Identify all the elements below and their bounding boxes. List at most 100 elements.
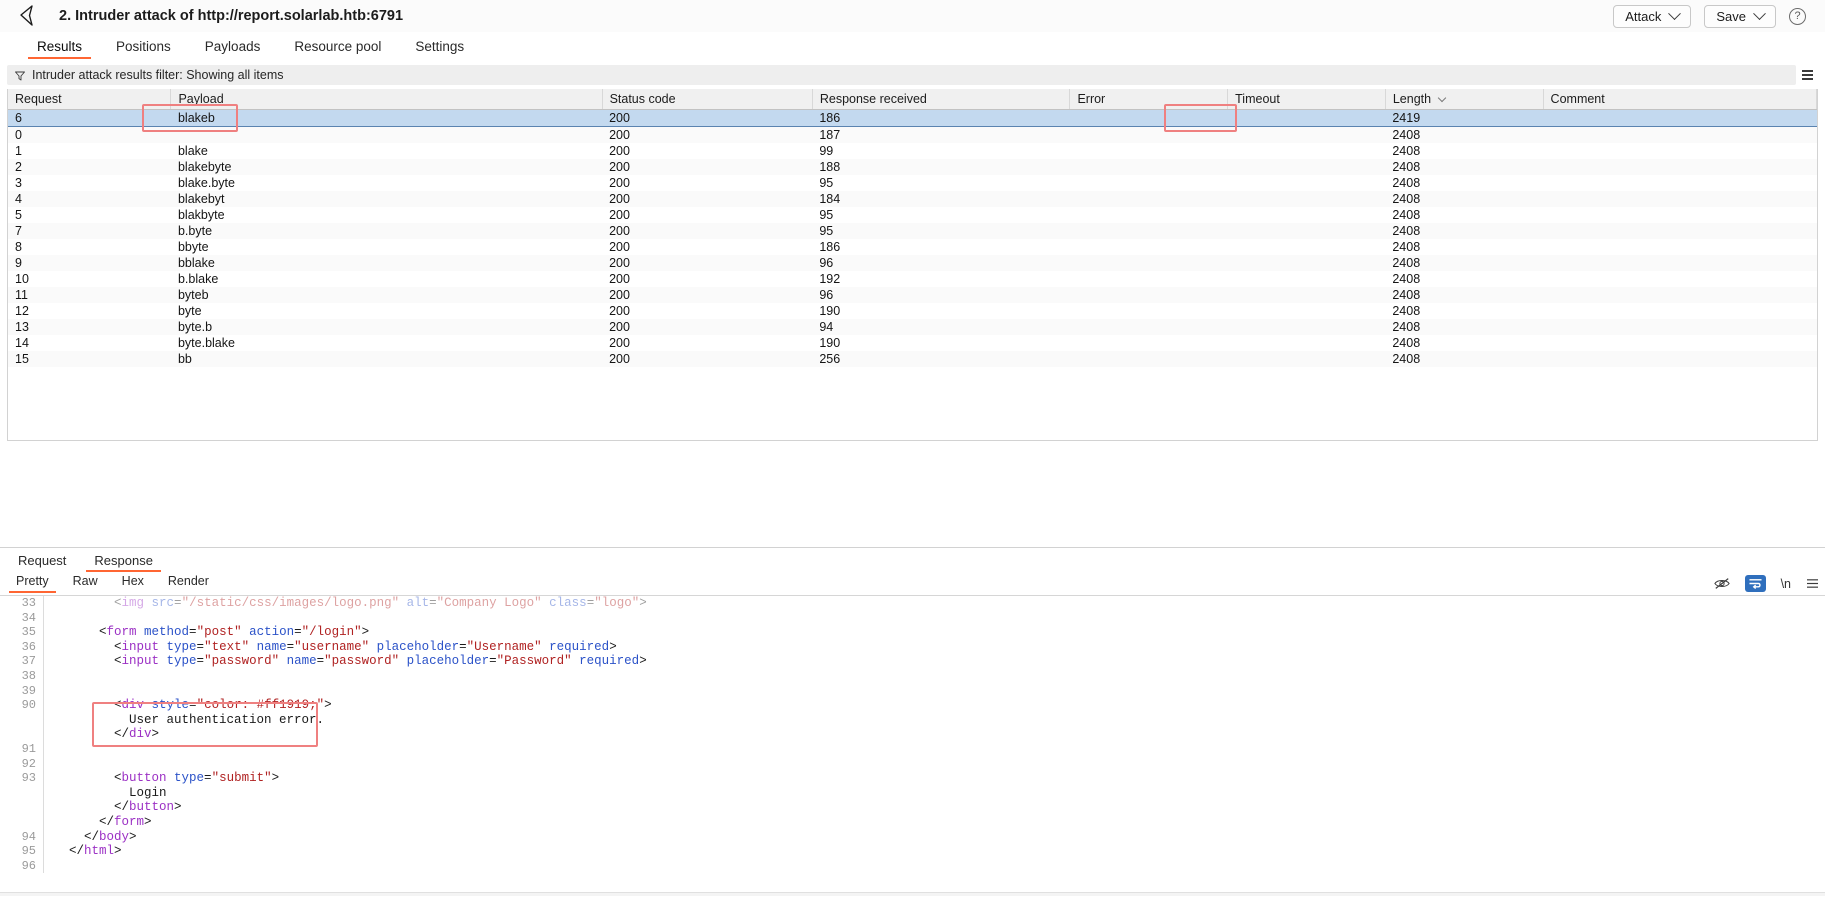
cell-length: 2408	[1385, 159, 1544, 175]
table-row[interactable]: 2 blakebyte 200 188 2408	[8, 159, 1817, 175]
column-header-comment[interactable]: Comment	[1543, 89, 1817, 110]
cell-received: 190	[812, 335, 1070, 351]
table-row[interactable]: 7 b.byte 200 95 2408	[8, 223, 1817, 239]
code-token-pun: </	[54, 844, 85, 859]
table-row[interactable]: 11 byteb 200 96 2408	[8, 287, 1817, 303]
view-tab-pretty[interactable]: Pretty	[4, 574, 61, 593]
kebab-menu-icon[interactable]	[1796, 70, 1818, 80]
cell-request: 6	[8, 109, 171, 127]
cell-request: 3	[8, 175, 171, 191]
newline-toggle[interactable]: \n	[1781, 577, 1791, 591]
cell-comment	[1543, 239, 1817, 255]
cell-received: 188	[812, 159, 1070, 175]
table-row[interactable]: 8 bbyte 200 186 2408	[8, 239, 1817, 255]
cell-length: 2408	[1385, 223, 1544, 239]
column-header-response-received[interactable]: Response received	[812, 89, 1071, 110]
view-tab-raw[interactable]: Raw	[61, 574, 110, 593]
table-row[interactable]: 12 byte 200 190 2408	[8, 303, 1817, 319]
cell-error	[1069, 303, 1228, 319]
table-row[interactable]: 14 byte.blake 200 190 2408	[8, 335, 1817, 351]
column-header-payload[interactable]: Payload	[170, 89, 603, 110]
tab-payloads[interactable]: Payloads	[188, 39, 278, 59]
table-row[interactable]: 6 blakeb 200 186 2419	[8, 109, 1817, 127]
line-number: 37	[21, 654, 36, 669]
cell-request: 2	[8, 159, 171, 175]
message-tab-response[interactable]: Response	[80, 553, 167, 572]
code-token-attr: type	[159, 654, 197, 669]
cell-length: 2408	[1385, 143, 1544, 159]
code-token-attr: src	[144, 596, 175, 610]
cell-error	[1069, 223, 1228, 239]
tab-resource-pool[interactable]: Resource pool	[277, 39, 398, 59]
code-token-pun: <	[54, 625, 107, 640]
column-header-status-code[interactable]: Status code	[602, 89, 813, 110]
table-row[interactable]: 9 bblake 200 96 2408	[8, 255, 1817, 271]
cell-timeout	[1227, 223, 1386, 239]
column-header-request[interactable]: Request	[8, 89, 172, 110]
view-tab-render[interactable]: Render	[156, 574, 221, 593]
cell-timeout	[1227, 303, 1386, 319]
code-line: <form method="post" action="/login">	[54, 625, 1825, 640]
table-row[interactable]: 1 blake 200 99 2408	[8, 143, 1817, 159]
cell-status: 200	[602, 223, 813, 239]
line-number: 35	[21, 625, 36, 640]
table-row[interactable]: 13 byte.b 200 94 2408	[8, 319, 1817, 335]
view-tab-hex[interactable]: Hex	[110, 574, 156, 593]
cell-status: 200	[602, 335, 813, 351]
tab-positions[interactable]: Positions	[99, 39, 188, 59]
attack-results-table-container[interactable]: Request Payload Status code Response receiv…	[7, 89, 1818, 441]
code-token-pun: <	[54, 654, 122, 669]
cell-length: 2408	[1385, 175, 1544, 191]
tab-settings[interactable]: Settings	[398, 39, 481, 59]
cell-comment	[1543, 159, 1817, 175]
help-circle-icon[interactable]: ?	[1789, 7, 1806, 25]
table-row[interactable]: 10 b.blake 200 192 2408	[8, 271, 1817, 287]
table-row[interactable]: 0 200 187 2408	[8, 126, 1817, 143]
tab-results[interactable]: Results	[20, 39, 99, 59]
cell-payload: blakebyt	[170, 191, 603, 207]
cell-timeout	[1227, 207, 1386, 223]
cell-received: 95	[812, 175, 1070, 191]
hamburger-menu-icon[interactable]	[1806, 578, 1819, 589]
code-token-pun: >	[361, 625, 370, 640]
message-tab-request[interactable]: Request	[4, 553, 80, 572]
code-line: </form>	[54, 815, 1825, 830]
code-token-pun: =	[316, 654, 325, 669]
column-header-length[interactable]: Length	[1385, 89, 1544, 110]
table-row[interactable]: 4 blakebyt 200 184 2408	[8, 191, 1817, 207]
code-token-txt: User authentication error.	[54, 712, 325, 727]
column-header-timeout[interactable]: Timeout	[1227, 89, 1386, 110]
table-row[interactable]: 5 blakbyte 200 95 2408	[8, 207, 1817, 223]
response-body-viewer[interactable]: 33 34 35 36 37 38 39 90 91 92 93 94 95 96 <img src="/…	[0, 596, 1825, 896]
cell-timeout	[1227, 143, 1386, 159]
cell-comment	[1543, 255, 1817, 271]
code-token-attr: name	[279, 654, 317, 669]
table-row[interactable]: 3 blake.byte 200 95 2408	[8, 175, 1817, 191]
code-token-pun: =	[189, 698, 197, 713]
code-token-str: "password"	[324, 654, 400, 669]
code-token-str: "logo"	[594, 596, 640, 610]
code-token-pun: =	[286, 639, 295, 654]
attack-button[interactable]: Attack	[1613, 4, 1692, 28]
line-number: 38	[21, 668, 36, 683]
cell-length: 2408	[1385, 271, 1544, 287]
column-header-error[interactable]: Error	[1069, 89, 1229, 110]
table-row[interactable]: 15 bb 200 256 2408	[8, 351, 1817, 367]
code-line: </body>	[54, 830, 1825, 845]
cell-received: 95	[812, 223, 1070, 239]
column-header-label: Request	[15, 92, 62, 106]
cell-status: 200	[602, 287, 813, 303]
cell-payload: blakbyte	[170, 207, 603, 223]
cell-timeout	[1227, 191, 1386, 207]
line-number: 94	[21, 829, 36, 844]
save-button[interactable]: Save	[1704, 4, 1776, 28]
cell-status: 200	[602, 175, 813, 191]
eye-off-icon[interactable]	[1713, 577, 1730, 590]
cell-request: 8	[8, 239, 171, 255]
results-filter-bar[interactable]: Intruder attack results filter: Showing …	[7, 65, 1796, 85]
code-token-pun: </	[54, 829, 100, 844]
word-wrap-icon[interactable]	[1744, 575, 1766, 592]
